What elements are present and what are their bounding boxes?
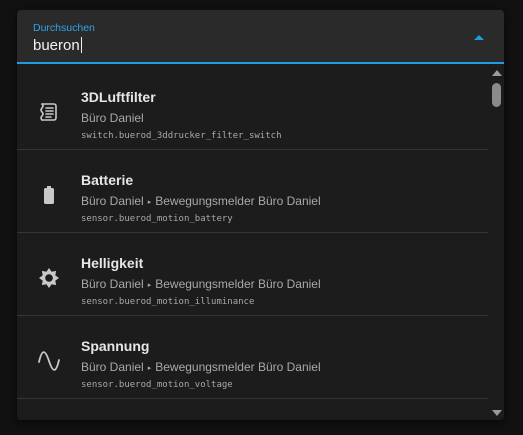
separator-arrow-icon: ▸	[147, 199, 152, 206]
item-entity-id: switch.buerod_3ddrucker_filter_switch	[81, 131, 282, 141]
item-device: Bewegungsmelder Büro Daniel	[155, 360, 321, 374]
list-item[interactable]: Spannung Büro Daniel ▸ Bewegungsmelder Bür…	[17, 316, 488, 399]
air-filter-icon	[37, 100, 61, 124]
list-item[interactable]: 3DLuftfilter Büro Daniel switch.buerod_3…	[17, 67, 488, 150]
item-device: Bewegungsmelder Büro Daniel	[155, 194, 321, 208]
item-device: Bewegungsmelder Büro Daniel	[155, 277, 321, 291]
search-field[interactable]: Durchsuchen bueron	[17, 10, 504, 64]
scroll-up-arrow-icon[interactable]	[492, 70, 502, 76]
entity-picker-dialog: Durchsuchen bueron 3DLuftfilter Büro Dan…	[17, 10, 504, 420]
item-title: Spannung	[81, 338, 150, 354]
sine-wave-icon	[37, 349, 61, 373]
item-title: Helligkeit	[81, 255, 144, 271]
item-area: Büro Daniel	[81, 277, 144, 291]
battery-icon	[37, 183, 61, 207]
search-input-text: bueron	[33, 37, 80, 54]
collapse-arrow-icon[interactable]	[474, 35, 484, 40]
list-item[interactable]: Batterie Büro Daniel ▸ Bewegungsmelder Bür…	[17, 150, 488, 233]
item-area: Büro Daniel	[81, 360, 144, 374]
text-cursor	[80, 37, 82, 53]
item-entity-id: sensor.buerod_motion_voltage	[81, 380, 233, 390]
item-entity-id: sensor.buerod_motion_battery	[81, 214, 233, 224]
item-area: Büro Daniel	[81, 111, 144, 125]
item-breadcrumb: Büro Daniel ▸ Bewegungsmelder Büro Daniel	[81, 194, 321, 208]
scrollbar-thumb[interactable]	[492, 83, 501, 107]
item-area: Büro Daniel	[81, 194, 144, 208]
item-title: Batterie	[81, 172, 134, 188]
scroll-down-arrow-icon[interactable]	[492, 410, 502, 416]
list-item[interactable]: Helligkeit Büro Daniel ▸ Bewegungsmelder B…	[17, 233, 488, 316]
separator-arrow-icon: ▸	[147, 282, 152, 289]
item-breadcrumb: Büro Daniel ▸ Bewegungsmelder Büro Daniel	[81, 277, 321, 291]
item-breadcrumb: Büro Daniel ▸ Bewegungsmelder Büro Daniel	[81, 360, 321, 374]
results-list: 3DLuftfilter Büro Daniel switch.buerod_3…	[17, 67, 488, 420]
search-label: Durchsuchen	[33, 22, 95, 34]
scrollbar[interactable]	[489, 67, 504, 420]
item-entity-id: sensor.buerod_motion_illuminance	[81, 297, 255, 307]
item-title: 3DLuftfilter	[81, 89, 156, 105]
brightness-icon	[37, 266, 61, 290]
search-input[interactable]: bueron	[33, 37, 82, 54]
separator-arrow-icon: ▸	[147, 365, 152, 372]
